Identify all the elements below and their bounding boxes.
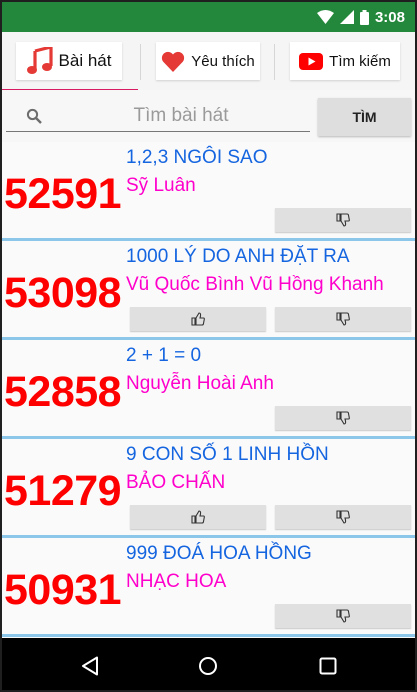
song-number: 51279 — [4, 467, 122, 515]
back-icon — [82, 656, 98, 676]
dislike-button[interactable] — [275, 505, 411, 529]
tab-favorites-label: Yêu thích — [191, 52, 255, 70]
thumbs-down-icon — [336, 312, 350, 326]
like-button[interactable] — [130, 505, 266, 529]
tab-search[interactable]: Tìm kiếm — [290, 42, 400, 80]
song-row[interactable]: 50931 999 ĐOÁ HOA HỒNG NHẠC HOA — [2, 538, 415, 637]
song-row[interactable]: 53098 1000 LÝ DO ANH ĐẶT RA Vũ Quốc Bình V… — [2, 241, 415, 340]
search-icon — [26, 108, 42, 124]
song-artist: Nguyễn Hoài Anh — [126, 373, 274, 394]
song-title: 999 ĐOÁ HOA HỒNG — [126, 543, 312, 564]
dislike-button[interactable] — [275, 307, 411, 331]
tab-favorites[interactable]: Yêu thích — [156, 42, 260, 80]
thumbs-down-icon — [336, 411, 350, 425]
thumbs-down-icon — [336, 213, 350, 227]
song-artist: BẢO CHẤN — [126, 472, 226, 493]
song-list[interactable]: 52591 1,2,3 NGÔI SAO Sỹ Luân 53098 1000 LÝ D… — [2, 142, 415, 637]
app-window: 3:08 Bài hát Yêu thích Tìm kiếm Tìm bài … — [2, 2, 415, 690]
status-bar: 3:08 — [2, 2, 415, 32]
heart-icon — [162, 51, 185, 72]
thumbs-down-icon — [336, 510, 350, 524]
search-input[interactable] — [56, 102, 306, 130]
thumbs-up-icon — [191, 510, 205, 524]
search-field — [6, 102, 310, 132]
song-artist: Vũ Quốc Bình Vũ Hồng Khanh — [126, 274, 384, 295]
thumbs-up-icon — [191, 312, 205, 326]
song-number: 53098 — [4, 269, 122, 317]
dislike-button[interactable] — [275, 406, 411, 430]
wifi-icon — [316, 10, 334, 24]
song-row[interactable]: 52858 2 + 1 = 0 Nguyễn Hoài Anh — [2, 340, 415, 439]
tab-divider — [274, 44, 275, 80]
youtube-icon — [299, 52, 324, 70]
song-title: 9 CON SỐ 1 LINH HỒN — [126, 444, 329, 465]
song-number: 52591 — [4, 170, 122, 218]
recents-icon — [319, 657, 337, 675]
song-row[interactable]: 51279 9 CON SỐ 1 LINH HỒN BẢO CHẤN — [2, 439, 415, 538]
song-title: 2 + 1 = 0 — [126, 345, 202, 366]
song-number: 52858 — [4, 368, 122, 416]
navigation-bar — [2, 638, 415, 690]
dislike-button[interactable] — [275, 208, 411, 232]
like-button[interactable] — [130, 307, 266, 331]
dislike-button[interactable] — [275, 604, 411, 628]
song-number: 50931 — [4, 566, 122, 614]
status-time: 3:08 — [374, 8, 405, 26]
home-icon — [199, 657, 217, 675]
search-bar: TÌM — [2, 90, 415, 142]
song-title: 1,2,3 NGÔI SAO — [126, 147, 268, 168]
tab-search-label: Tìm kiếm — [329, 52, 391, 70]
home-button[interactable] — [190, 648, 226, 684]
back-button[interactable] — [72, 648, 108, 684]
song-artist: Sỹ Luân — [126, 175, 196, 196]
signal-icon — [339, 10, 354, 24]
song-row[interactable]: 52591 1,2,3 NGÔI SAO Sỹ Luân — [2, 142, 415, 241]
tab-songs-label: Bài hát — [58, 51, 112, 70]
thumbs-down-icon — [336, 609, 350, 623]
search-button[interactable]: TÌM — [318, 98, 411, 136]
music-note-icon — [26, 47, 53, 74]
battery-icon — [359, 9, 369, 25]
tab-songs[interactable]: Bài hát — [16, 42, 122, 80]
song-artist: NHẠC HOA — [126, 571, 227, 592]
tab-divider — [140, 44, 141, 80]
song-title: 1000 LÝ DO ANH ĐẶT RA — [126, 246, 350, 267]
recents-button[interactable] — [310, 648, 346, 684]
tab-bar: Bài hát Yêu thích Tìm kiếm — [2, 32, 415, 91]
